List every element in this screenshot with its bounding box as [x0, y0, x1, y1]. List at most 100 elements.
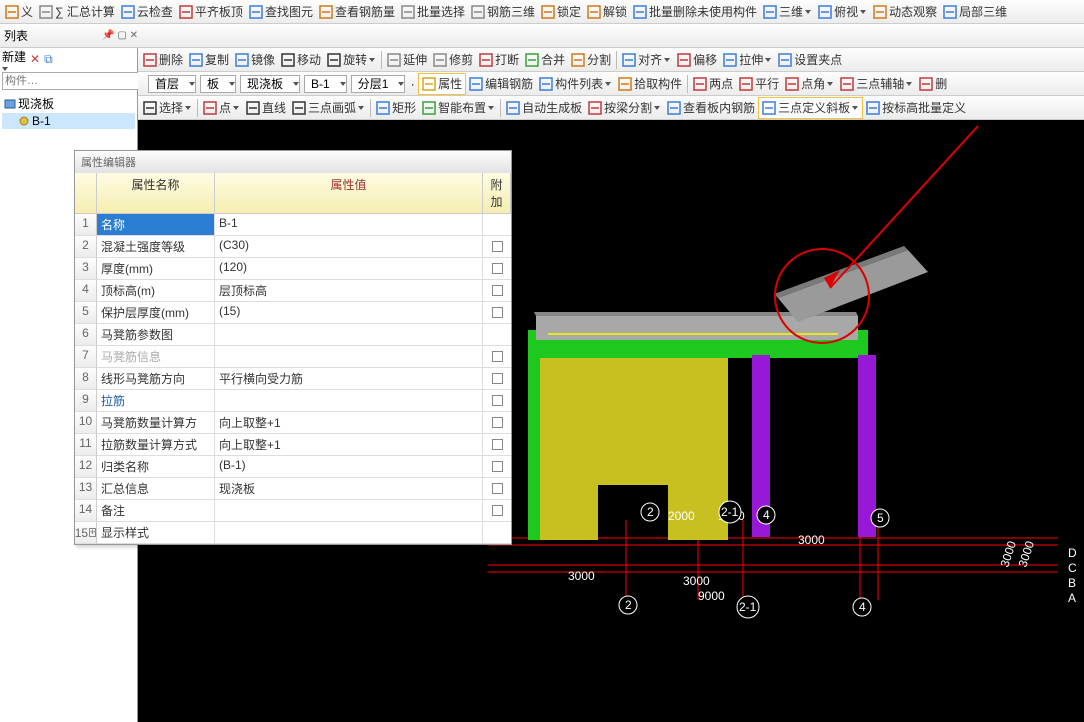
- toolbar-button[interactable]: 复制: [186, 49, 232, 71]
- prop-extra-checkbox[interactable]: [483, 478, 511, 500]
- row-number[interactable]: 4: [75, 280, 97, 302]
- toolbar-button[interactable]: 云检查: [118, 1, 176, 23]
- row-number[interactable]: 3: [75, 258, 97, 280]
- property-editor[interactable]: 属性编辑器 属性名称属性值附加1名称B-12混凝土强度等级(C30)3厚度(mm…: [74, 150, 512, 545]
- toolbar-button[interactable]: 查看板内钢筋: [664, 97, 758, 119]
- toolbar-button[interactable]: 查看钢筋量: [316, 1, 398, 23]
- delete-icon[interactable]: ✕: [30, 52, 40, 66]
- prop-name[interactable]: 归类名称: [97, 456, 215, 478]
- prop-name[interactable]: 马凳筋数量计算方: [97, 412, 215, 434]
- toolbar-button[interactable]: 平行: [736, 73, 782, 95]
- prop-extra-checkbox[interactable]: [483, 236, 511, 258]
- toolbar-button[interactable]: 合并: [522, 49, 568, 71]
- prop-value[interactable]: [215, 500, 483, 522]
- toolbar-button[interactable]: 旋转: [324, 49, 379, 71]
- prop-name[interactable]: 备注: [97, 500, 215, 522]
- prop-value[interactable]: [215, 522, 483, 544]
- selector-combo[interactable]: 分层1: [351, 75, 406, 93]
- prop-extra-checkbox[interactable]: [483, 390, 511, 412]
- prop-value[interactable]: 向上取整+1: [215, 412, 483, 434]
- prop-value[interactable]: B-1: [215, 214, 483, 236]
- prop-name[interactable]: 显示样式: [97, 522, 215, 544]
- toolbar-button[interactable]: 修剪: [430, 49, 476, 71]
- toolbar-button[interactable]: 三点画弧: [289, 97, 368, 119]
- toolbar-button[interactable]: 俯视: [815, 1, 870, 23]
- prop-value[interactable]: (120): [215, 258, 483, 280]
- toolbar-button[interactable]: 解锁: [584, 1, 630, 23]
- toolbar-button[interactable]: 偏移: [674, 49, 720, 71]
- row-number[interactable]: 6: [75, 324, 97, 346]
- tree-node[interactable]: 现浇板: [2, 94, 135, 113]
- toolbar-button[interactable]: 三点定义斜板: [758, 97, 863, 119]
- prop-value[interactable]: (B-1): [215, 456, 483, 478]
- toolbar-button[interactable]: 批量删除未使用构件: [630, 1, 760, 23]
- toolbar-button[interactable]: 按标高批量定义: [863, 97, 969, 119]
- tree-node[interactable]: B-1: [2, 113, 135, 129]
- toolbar-button[interactable]: 选择: [140, 97, 195, 119]
- toolbar-button[interactable]: 按梁分割: [585, 97, 664, 119]
- selector-combo[interactable]: B-1: [304, 75, 347, 93]
- prop-extra-checkbox[interactable]: [483, 280, 511, 302]
- toolbar-button[interactable]: 设置夹点: [775, 49, 845, 71]
- prop-extra-checkbox[interactable]: [483, 368, 511, 390]
- toolbar-button[interactable]: 智能布置: [419, 97, 498, 119]
- prop-name[interactable]: 马凳筋参数图: [97, 324, 215, 346]
- prop-name[interactable]: 汇总信息: [97, 478, 215, 500]
- toolbar-button[interactable]: 矩形: [373, 97, 419, 119]
- toolbar-button[interactable]: 移动: [278, 49, 324, 71]
- toolbar-button[interactable]: 局部三维: [940, 1, 1010, 23]
- prop-name[interactable]: 拉筋数量计算方式: [97, 434, 215, 456]
- prop-value[interactable]: [215, 324, 483, 346]
- prop-extra-checkbox[interactable]: [483, 500, 511, 522]
- toolbar-button[interactable]: 义: [2, 1, 36, 23]
- selector-combo[interactable]: 首层: [148, 75, 196, 93]
- row-number[interactable]: 15+: [75, 522, 97, 544]
- prop-name[interactable]: 线形马凳筋方向: [97, 368, 215, 390]
- prop-value[interactable]: (C30): [215, 236, 483, 258]
- selector-combo[interactable]: 板: [200, 75, 236, 93]
- toolbar-button[interactable]: 钢筋三维: [468, 1, 538, 23]
- prop-name[interactable]: 拉筋: [97, 390, 215, 412]
- row-number[interactable]: 11: [75, 434, 97, 456]
- toolbar-button[interactable]: 镜像: [232, 49, 278, 71]
- search-input[interactable]: [2, 72, 150, 90]
- selector-combo[interactable]: 现浇板: [240, 75, 300, 93]
- new-button[interactable]: 新建: [2, 48, 26, 71]
- prop-value[interactable]: [215, 346, 483, 368]
- prop-value[interactable]: [215, 390, 483, 412]
- toolbar-button[interactable]: 构件列表: [536, 73, 615, 95]
- toolbar-button[interactable]: 拉伸: [720, 49, 775, 71]
- row-number[interactable]: 8: [75, 368, 97, 390]
- row-number[interactable]: 13: [75, 478, 97, 500]
- toolbar-button[interactable]: 锁定: [538, 1, 584, 23]
- prop-extra-checkbox[interactable]: [483, 346, 511, 368]
- prop-extra-checkbox[interactable]: [483, 412, 511, 434]
- toolbar-button[interactable]: 动态观察: [870, 1, 940, 23]
- toolbar-button[interactable]: 批量选择: [398, 1, 468, 23]
- toolbar-button[interactable]: 三点辅轴: [837, 73, 916, 95]
- prop-value[interactable]: 现浇板: [215, 478, 483, 500]
- prop-name[interactable]: 名称: [97, 214, 215, 236]
- toolbar-button[interactable]: 分割: [568, 49, 614, 71]
- prop-value[interactable]: 平行横向受力筋: [215, 368, 483, 390]
- prop-name[interactable]: 混凝土强度等级: [97, 236, 215, 258]
- toolbar-button[interactable]: ∑ 汇总计算: [36, 1, 118, 23]
- row-number[interactable]: 9: [75, 390, 97, 412]
- prop-extra-checkbox[interactable]: [483, 324, 511, 346]
- row-number[interactable]: 12: [75, 456, 97, 478]
- prop-name[interactable]: 顶标高(m): [97, 280, 215, 302]
- prop-extra-checkbox[interactable]: [483, 456, 511, 478]
- prop-value[interactable]: 向上取整+1: [215, 434, 483, 456]
- prop-name[interactable]: 厚度(mm): [97, 258, 215, 280]
- row-number[interactable]: 7: [75, 346, 97, 368]
- toolbar-button[interactable]: 拾取构件: [615, 73, 685, 95]
- prop-extra-checkbox[interactable]: [483, 302, 511, 324]
- toolbar-button[interactable]: 直线: [243, 97, 289, 119]
- prop-extra-checkbox[interactable]: [483, 434, 511, 456]
- pin-icon[interactable]: 📌 ▢ ✕: [102, 30, 138, 41]
- property-editor-title[interactable]: 属性编辑器: [75, 151, 511, 173]
- toolbar-button[interactable]: 平齐板顶: [176, 1, 246, 23]
- row-number[interactable]: 1: [75, 214, 97, 236]
- toolbar-button[interactable]: 点角: [782, 73, 837, 95]
- toolbar-button[interactable]: 三维: [760, 1, 815, 23]
